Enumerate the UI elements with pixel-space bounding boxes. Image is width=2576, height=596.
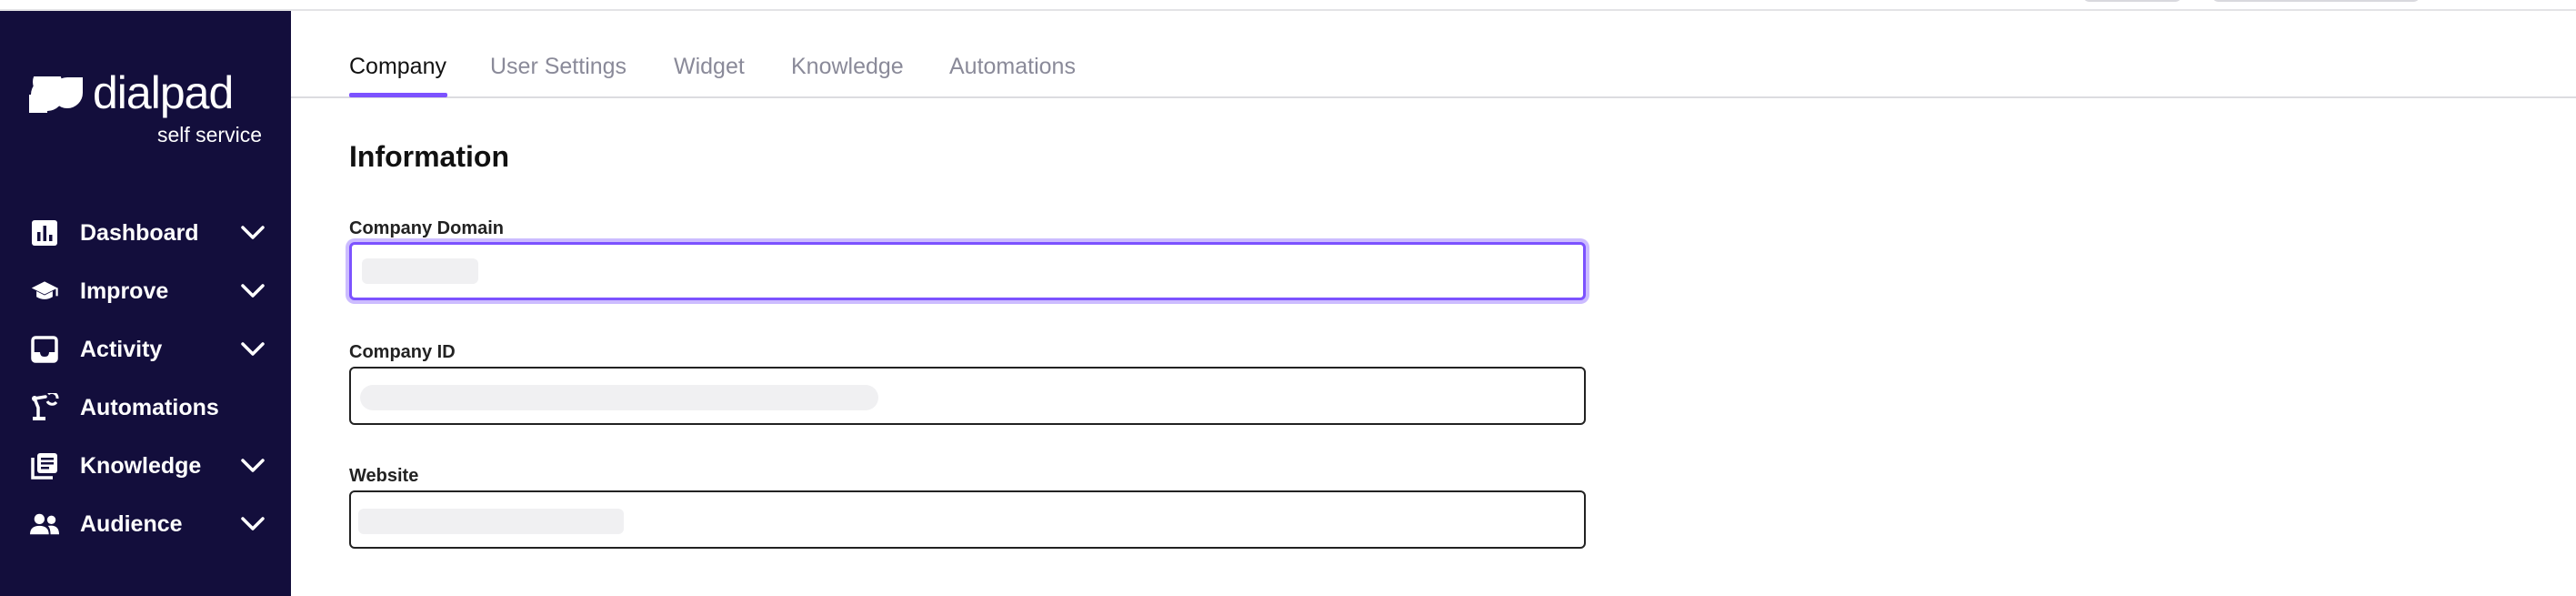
sidebar-item-audience[interactable]: Audience	[0, 495, 291, 553]
section-title: Information	[349, 140, 509, 173]
settings-tabs: Company User Settings Widget Knowledge A…	[291, 11, 2576, 98]
sidebar-nav: Dashboard Improve Activity Automations K…	[0, 204, 291, 553]
sidebar-item-automations[interactable]: Automations	[0, 379, 291, 437]
company-id-field[interactable]	[349, 367, 1586, 425]
sidebar-item-dashboard[interactable]: Dashboard	[0, 204, 291, 262]
redacted-value	[362, 258, 478, 284]
top-strip-control-right	[2211, 0, 2421, 2]
sidebar-item-knowledge[interactable]: Knowledge	[0, 437, 291, 495]
active-tab-indicator	[349, 93, 447, 97]
chevron-down-icon[interactable]	[240, 457, 266, 475]
sidebar-item-label: Automations	[80, 395, 219, 420]
library-icon	[30, 453, 59, 480]
chevron-down-icon[interactable]	[240, 224, 266, 242]
sidebar-item-label: Knowledge	[80, 453, 202, 479]
sidebar: dialpad self service Dashboard Improve A…	[0, 11, 291, 596]
sidebar-item-improve[interactable]: Improve	[0, 262, 291, 320]
tab-user-settings[interactable]: User Settings	[490, 53, 626, 80]
sidebar-item-label: Dashboard	[80, 220, 199, 246]
brand-name: dialpad	[93, 67, 234, 118]
brand-subtitle: self service	[156, 123, 262, 146]
tab-widget[interactable]: Widget	[674, 53, 745, 80]
website-label: Website	[349, 466, 419, 486]
company-domain-label: Company Domain	[349, 218, 505, 238]
chevron-down-icon[interactable]	[240, 340, 266, 359]
dialpad-logo-icon	[29, 76, 83, 113]
bar-chart-icon	[30, 220, 59, 246]
company-domain-input[interactable]	[361, 252, 1574, 290]
settings-main: Company User Settings Widget Knowledge A…	[291, 11, 2576, 596]
people-icon	[30, 511, 59, 537]
dialpad-logo[interactable]: dialpad self service	[27, 64, 264, 155]
top-strip-control-left	[2082, 0, 2182, 2]
tab-automations[interactable]: Automations	[949, 53, 1076, 80]
sidebar-item-activity[interactable]: Activity	[0, 320, 291, 379]
sidebar-item-label: Improve	[80, 278, 169, 304]
chevron-down-icon[interactable]	[240, 515, 266, 533]
redacted-value	[358, 509, 624, 534]
inbox-icon	[30, 336, 59, 363]
redacted-value	[360, 385, 878, 410]
sidebar-item-label: Activity	[80, 337, 163, 362]
browser-top-strip	[0, 0, 2576, 11]
website-field[interactable]	[349, 490, 1586, 549]
company-domain-field[interactable]	[349, 242, 1586, 300]
tab-knowledge[interactable]: Knowledge	[791, 53, 904, 80]
sidebar-item-label: Audience	[80, 511, 183, 537]
robot-arm-icon	[30, 393, 59, 420]
tab-company[interactable]: Company	[349, 53, 446, 80]
chevron-down-icon[interactable]	[240, 282, 266, 300]
graduation-cap-icon	[30, 278, 59, 304]
company-id-label: Company ID	[349, 342, 456, 362]
